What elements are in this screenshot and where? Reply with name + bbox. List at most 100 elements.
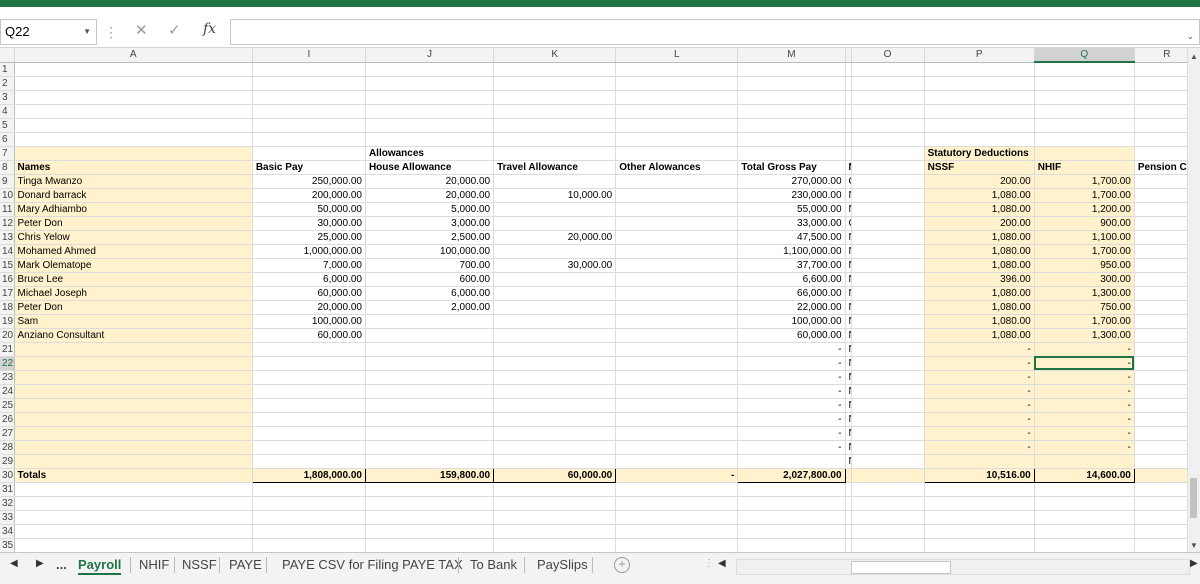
tab-to-bank[interactable]: To Bank xyxy=(470,557,517,572)
cell[interactable] xyxy=(851,230,925,245)
cell[interactable] xyxy=(252,62,366,77)
cell[interactable] xyxy=(851,272,925,287)
cell[interactable]: 1,808,000.00 xyxy=(251,467,366,483)
cell[interactable] xyxy=(252,90,366,105)
cell[interactable] xyxy=(851,496,925,511)
cell[interactable] xyxy=(737,496,846,511)
cell[interactable] xyxy=(1134,328,1188,343)
column-header[interactable]: I xyxy=(252,48,366,63)
cell[interactable]: Mark Olematope xyxy=(14,258,253,273)
tab-payslips[interactable]: PaySlips xyxy=(537,557,588,572)
cell[interactable] xyxy=(252,76,366,91)
row-header[interactable]: 31 xyxy=(0,482,15,497)
column-header[interactable]: P xyxy=(924,48,1035,63)
cell[interactable] xyxy=(493,384,617,399)
cell[interactable]: Travel Allowance xyxy=(493,160,617,175)
cell[interactable] xyxy=(1034,524,1135,539)
cell[interactable] xyxy=(1134,104,1188,119)
cell[interactable]: 1,300.00 xyxy=(1034,286,1135,301)
cell[interactable] xyxy=(851,62,925,77)
cell[interactable] xyxy=(493,146,617,161)
cell[interactable] xyxy=(737,538,846,552)
column-header[interactable]: J xyxy=(365,48,495,63)
cell[interactable] xyxy=(737,482,846,497)
insert-function-icon[interactable]: fx xyxy=(203,21,216,37)
cell[interactable] xyxy=(851,356,925,371)
cell[interactable]: 700.00 xyxy=(365,258,495,273)
cell[interactable]: New xyxy=(845,370,852,385)
cell[interactable]: Peter Don xyxy=(14,300,253,315)
cell[interactable] xyxy=(924,538,1035,552)
cell[interactable]: 159,800.00 xyxy=(364,467,495,483)
cell[interactable] xyxy=(14,356,253,371)
cell[interactable]: - xyxy=(924,370,1035,385)
row-header[interactable]: 8 xyxy=(0,160,15,175)
cell[interactable] xyxy=(1134,76,1188,91)
cell[interactable] xyxy=(252,104,366,119)
row-header[interactable]: 33 xyxy=(0,510,15,525)
cell[interactable]: 6,600.00 xyxy=(737,272,846,287)
cell[interactable] xyxy=(615,300,739,315)
cell[interactable]: New xyxy=(845,258,852,273)
row-header[interactable]: 2 xyxy=(0,76,15,91)
more-tabs[interactable]: ... xyxy=(56,557,67,572)
cell[interactable] xyxy=(365,104,495,119)
cell[interactable]: 50,000.00 xyxy=(252,202,366,217)
cell[interactable] xyxy=(1134,342,1188,357)
cell[interactable]: New xyxy=(845,356,852,371)
cell[interactable] xyxy=(365,496,495,511)
cell[interactable] xyxy=(615,482,739,497)
row-header[interactable]: 5 xyxy=(0,118,15,133)
row-header[interactable]: 28 xyxy=(0,440,15,455)
cell[interactable]: 200,000.00 xyxy=(252,188,366,203)
cell[interactable] xyxy=(737,90,846,105)
cell[interactable]: 1,700.00 xyxy=(1034,244,1135,259)
cell[interactable] xyxy=(365,482,495,497)
cell[interactable]: New xyxy=(845,286,852,301)
cell[interactable] xyxy=(851,342,925,357)
row-header[interactable]: 29 xyxy=(0,454,15,469)
cell[interactable]: Mohamed Ahmed xyxy=(14,244,253,259)
cell[interactable] xyxy=(493,216,617,231)
cell[interactable]: 250,000.00 xyxy=(252,174,366,189)
cell[interactable]: - xyxy=(1034,440,1135,455)
row-header[interactable]: 16 xyxy=(0,272,15,287)
worksheet-table[interactable]: AIJKLMOPQR 1 2 3 4 5 6 7 Allowances Statutory De… xyxy=(0,48,1188,552)
row-header[interactable]: 11 xyxy=(0,202,15,217)
cell[interactable] xyxy=(615,104,739,119)
cell[interactable] xyxy=(737,510,846,525)
cell[interactable] xyxy=(493,454,617,469)
row-header[interactable]: 23 xyxy=(0,370,15,385)
name-box[interactable]: Q22 ▼ xyxy=(0,19,97,45)
cell[interactable] xyxy=(615,118,739,133)
cell[interactable] xyxy=(737,454,846,469)
cell[interactable]: 3,000.00 xyxy=(365,216,495,231)
cell[interactable] xyxy=(1134,370,1188,385)
hscroll-thumb[interactable] xyxy=(851,561,951,574)
cell[interactable] xyxy=(615,496,739,511)
cell[interactable] xyxy=(365,370,495,385)
cell[interactable]: 396.00 xyxy=(924,272,1035,287)
cell[interactable]: - xyxy=(1034,356,1135,371)
cell[interactable] xyxy=(851,468,925,483)
cell[interactable] xyxy=(252,496,366,511)
cell[interactable]: - xyxy=(737,342,846,357)
cell[interactable]: Anziano Consultant xyxy=(14,328,253,343)
cell[interactable]: 1,300.00 xyxy=(1034,328,1135,343)
cell[interactable]: 20,000.00 xyxy=(365,188,495,203)
cell[interactable]: Mary Adhiambo xyxy=(14,202,253,217)
column-header[interactable]: L xyxy=(615,48,739,63)
cell[interactable] xyxy=(365,538,495,552)
cell[interactable] xyxy=(493,426,617,441)
cell[interactable] xyxy=(493,398,617,413)
enter-icon[interactable]: ✓ xyxy=(168,21,181,39)
cell[interactable] xyxy=(252,146,366,161)
cell[interactable]: NSSF xyxy=(924,160,1035,175)
row-header[interactable]: 3 xyxy=(0,90,15,105)
cell[interactable] xyxy=(14,524,253,539)
cell[interactable] xyxy=(493,76,617,91)
cell[interactable]: 1,100,000.00 xyxy=(737,244,846,259)
cell[interactable] xyxy=(615,286,739,301)
cell[interactable] xyxy=(615,426,739,441)
cell[interactable] xyxy=(851,188,925,203)
